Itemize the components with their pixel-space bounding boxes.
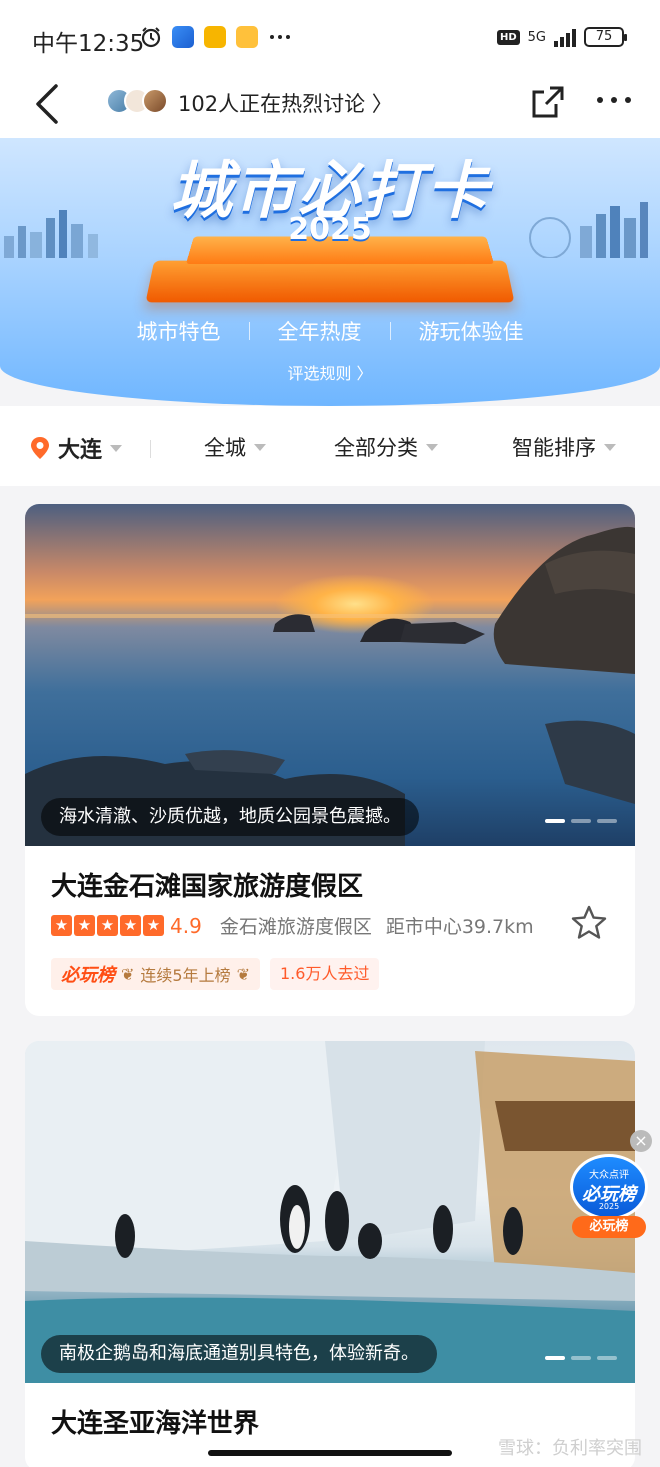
- visited-count-badge: 1.6万人去过: [270, 958, 380, 990]
- carousel-indicator: [545, 819, 617, 823]
- banner-tags: 城市特色 全年热度 游玩体验佳: [0, 316, 660, 346]
- attraction-location: 金石滩旅游度假区: [219, 916, 372, 938]
- banner-tag: 游玩体验佳: [418, 320, 524, 344]
- carousel-dot: [597, 1356, 617, 1360]
- filter-divider: [150, 440, 151, 458]
- must-play-badge[interactable]: 必玩榜 ❦ 连续5年上榜 ❦: [51, 958, 260, 990]
- filter-bar: 大连 全城 全部分类 智能排序: [0, 406, 660, 486]
- selection-rules-link[interactable]: 评选规则 〉: [0, 360, 660, 384]
- location-pin-icon: [31, 437, 49, 459]
- carousel-dot: [597, 819, 617, 823]
- category-filter[interactable]: 全部分类: [334, 432, 438, 462]
- avatar: [142, 88, 168, 114]
- rating-stars: ★ ★ ★ ★ ★: [51, 915, 164, 936]
- carousel-dot: [545, 1356, 565, 1360]
- tag-divider: [248, 322, 250, 340]
- favorite-star-icon[interactable]: [570, 904, 608, 942]
- attraction-photo[interactable]: 南极企鹅岛和海底通道别具特色，体验新奇。: [25, 1041, 635, 1383]
- carousel-dot: [571, 1356, 591, 1360]
- city-name: 大连: [58, 438, 103, 463]
- must-play-logo: 必玩榜: [61, 965, 115, 986]
- star-icon: ★: [120, 915, 141, 936]
- tag-divider: [389, 322, 391, 340]
- attraction-photo[interactable]: 海水清澈、沙质优越，地质公园景色震撼。: [25, 504, 635, 846]
- sort-filter[interactable]: 智能排序: [512, 432, 616, 462]
- carousel-indicator: [545, 1356, 617, 1360]
- badge-streak-text: 连续5年上榜: [140, 966, 231, 985]
- photo-caption: 南极企鹅岛和海底通道别具特色，体验新奇。: [41, 1335, 437, 1373]
- rating-score: 4.9: [170, 913, 202, 938]
- mail-notification-icon: [204, 26, 226, 48]
- watermark: 雪球：负利率突围: [498, 1438, 642, 1459]
- discussion-avatars[interactable]: [106, 88, 168, 114]
- chevron-down-icon: [426, 443, 438, 451]
- attraction-card[interactable]: 海水清澈、沙质优越，地质公园景色震撼。 大连金石滩国家旅游度假区 ★ ★ ★ ★…: [25, 504, 635, 1016]
- carousel-dot: [545, 819, 565, 823]
- banner-year: 2025: [288, 212, 372, 247]
- rating-row: ★ ★ ★ ★ ★ 4.9 金石滩旅游度假区 距市中心39.7km: [51, 912, 534, 939]
- badge-row: 必玩榜 ❦ 连续5年上榜 ❦ 1.6万人去过: [51, 958, 380, 990]
- carousel-dot: [571, 819, 591, 823]
- status-time: 中午12:35: [32, 31, 145, 57]
- attraction-title[interactable]: 大连圣亚海洋世界: [51, 1403, 259, 1440]
- distance-text: 距市中心39.7km: [385, 916, 534, 938]
- area-filter-label: 全城: [204, 436, 246, 460]
- penguin-exhibit-scenery: [25, 1041, 635, 1383]
- nav-bar: 102人正在热烈讨论 〉: [0, 78, 660, 138]
- star-icon: ★: [74, 915, 95, 936]
- network-label: 5G: [527, 29, 546, 45]
- status-system-icons: HD 5G 75: [496, 27, 627, 47]
- more-notifications-icon: [270, 35, 290, 39]
- app-notification-icon: [172, 26, 194, 48]
- alarm-icon: [141, 27, 161, 48]
- sunset-rocks-scenery: [25, 526, 635, 846]
- photo-caption: 海水清澈、沙质优越，地质公园景色震撼。: [41, 798, 419, 836]
- city-selector[interactable]: 大连: [30, 432, 123, 464]
- back-button[interactable]: [30, 82, 70, 126]
- must-play-floating-badge[interactable]: 大众点评 必玩榜 2025 必玩榜: [568, 1150, 650, 1242]
- attraction-card[interactable]: 南极企鹅岛和海底通道别具特色，体验新奇。 大连圣亚海洋世界: [25, 1041, 635, 1467]
- sort-filter-label: 智能排序: [512, 436, 596, 460]
- banner-tag: 全年热度: [277, 320, 362, 344]
- close-icon[interactable]: ×: [630, 1130, 652, 1152]
- star-icon: ★: [97, 915, 118, 936]
- chevron-down-icon: [110, 444, 123, 452]
- banner-tag: 城市特色: [136, 320, 221, 344]
- laurel-left-icon: ❦: [121, 964, 135, 984]
- attraction-title[interactable]: 大连金石滩国家旅游度假区: [51, 866, 363, 903]
- discussion-link[interactable]: 102人正在热烈讨论 〉: [178, 88, 393, 118]
- battery-icon: 75: [584, 27, 627, 47]
- star-icon: ★: [143, 915, 164, 936]
- star-icon: ★: [51, 915, 72, 936]
- podium-base: [145, 260, 515, 303]
- city-checkin-banner: 城市必打卡 2025 城市特色 全年热度 游玩体验佳 评选规则 〉: [0, 138, 660, 406]
- floating-badge-ribbon: 必玩榜: [572, 1216, 646, 1238]
- status-notification-icons: [140, 26, 292, 48]
- signal-icon: [554, 27, 576, 47]
- note-notification-icon: [236, 26, 258, 48]
- category-filter-label: 全部分类: [334, 436, 418, 460]
- hd-icon: HD: [496, 29, 520, 45]
- chevron-down-icon: [604, 443, 616, 451]
- floating-badge-brand: 大众点评: [589, 1170, 629, 1181]
- share-icon[interactable]: [528, 82, 568, 122]
- more-options-icon[interactable]: [594, 88, 634, 112]
- area-filter[interactable]: 全城: [204, 432, 266, 462]
- status-bar: 中午12:35 HD 5G 75: [0, 0, 660, 78]
- laurel-right-icon: ❦: [236, 964, 250, 984]
- floating-badge-year: 2025: [598, 1202, 620, 1211]
- chevron-down-icon: [254, 443, 266, 451]
- home-indicator[interactable]: [208, 1450, 452, 1456]
